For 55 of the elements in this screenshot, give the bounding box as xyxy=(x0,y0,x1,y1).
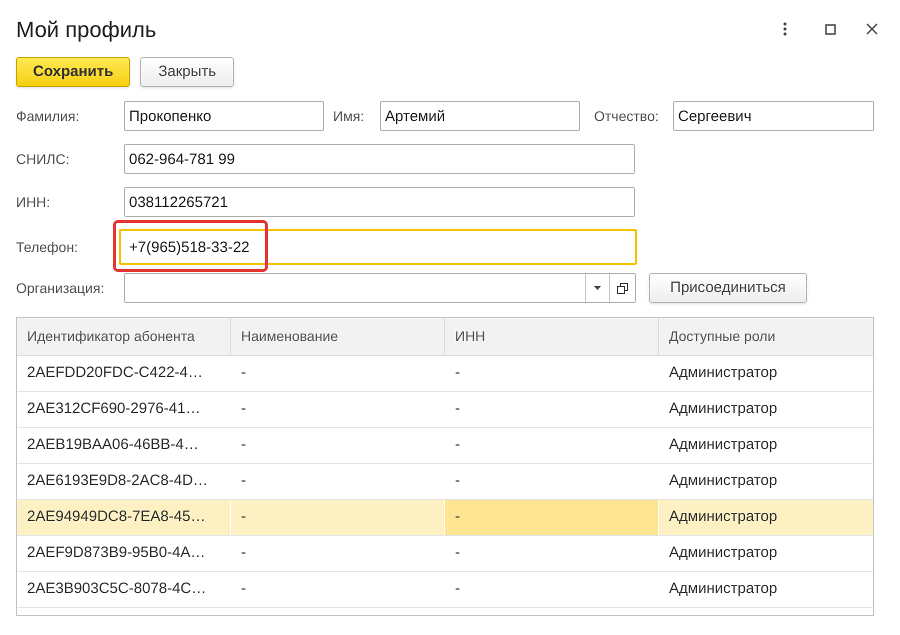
table-cell-text: - xyxy=(240,471,247,492)
table-cell-text: Администратор xyxy=(668,543,778,564)
field-label: Имя: xyxy=(333,106,366,126)
close-icon[interactable] xyxy=(866,23,878,35)
table-cell-text: - xyxy=(454,579,461,600)
table-cell-text: - xyxy=(240,363,247,384)
table-cell-text: Администратор xyxy=(668,435,778,456)
table-cell-text: - xyxy=(240,543,247,564)
table-cell-text: - xyxy=(454,399,461,420)
more-icon[interactable] xyxy=(783,22,787,36)
table-cell-text: 2AEB19BAA06-46BB-4… xyxy=(26,435,200,456)
field-label: Организация: xyxy=(16,278,106,298)
input-field[interactable]: Артемий xyxy=(380,101,580,131)
dropdown-field[interactable] xyxy=(124,273,636,303)
table-cell-text: 2AEFDD20FDC-C422-4… xyxy=(26,363,204,384)
table-cell-text: - xyxy=(240,399,247,420)
column-header[interactable]: Наименование xyxy=(231,318,445,355)
table-cell-text: - xyxy=(454,543,461,564)
table-cell-text: - xyxy=(454,435,461,456)
field-label: Телефон: xyxy=(16,238,79,257)
table-cell: - xyxy=(445,500,659,535)
table-cell: 2AE94949DC8-7EA8-45… xyxy=(17,500,231,535)
column-header[interactable]: Идентификатор абонента xyxy=(17,318,231,355)
field-label: Отчество: xyxy=(594,106,660,126)
table-cell-text: Администратор xyxy=(668,363,778,384)
save-button[interactable]: Сохранить xyxy=(16,57,130,87)
column-header[interactable]: ИНН xyxy=(445,318,659,355)
table-cell-text: - xyxy=(454,363,461,384)
table-cell-text: 2AE312CF690-2976-41… xyxy=(26,399,202,420)
field-label: Фамилия: xyxy=(16,106,80,126)
table-cell-text: 2AE6193E9D8-2AC8-4D… xyxy=(26,471,209,492)
table-cell-text: - xyxy=(240,435,247,456)
table-cell-text: Администратор xyxy=(668,579,778,600)
input-field[interactable]: +7(965)518-33-22 xyxy=(119,229,637,265)
table-cell-text: - xyxy=(454,471,461,492)
selected-row[interactable]: 2AE94949DC8-7EA8-45… - - Администратор xyxy=(17,500,873,536)
field-label: СНИЛС: xyxy=(16,150,70,168)
maximize-icon[interactable] xyxy=(825,24,836,34)
table-cell-text: Администратор xyxy=(668,471,778,492)
input-field[interactable]: Прокопенко xyxy=(124,101,324,131)
close-button[interactable]: Закрыть xyxy=(140,57,234,87)
window-title: Мой профиль xyxy=(16,16,158,44)
table-cell-text: 2AE3B903C5C-8078-4C… xyxy=(26,579,208,600)
dropdown-arrow-icon[interactable] xyxy=(594,286,601,290)
input-field[interactable]: Сергеевич xyxy=(673,101,874,131)
table-cell-text: Администратор xyxy=(668,399,778,420)
table-cell-text: - xyxy=(240,579,247,600)
field-label: ИНН: xyxy=(16,192,52,212)
input-field[interactable]: 038112265721 xyxy=(124,187,635,217)
join-button[interactable]: Присоединиться xyxy=(649,273,807,303)
table-cell-text: Администратор xyxy=(668,507,778,528)
table-cell-text: 2AEF9D873B9-95B0-4A… xyxy=(26,543,206,564)
open-window-icon[interactable] xyxy=(617,282,628,294)
column-header[interactable]: Доступные роли xyxy=(659,318,873,355)
input-field[interactable]: 062-964-781 99 xyxy=(124,144,635,174)
